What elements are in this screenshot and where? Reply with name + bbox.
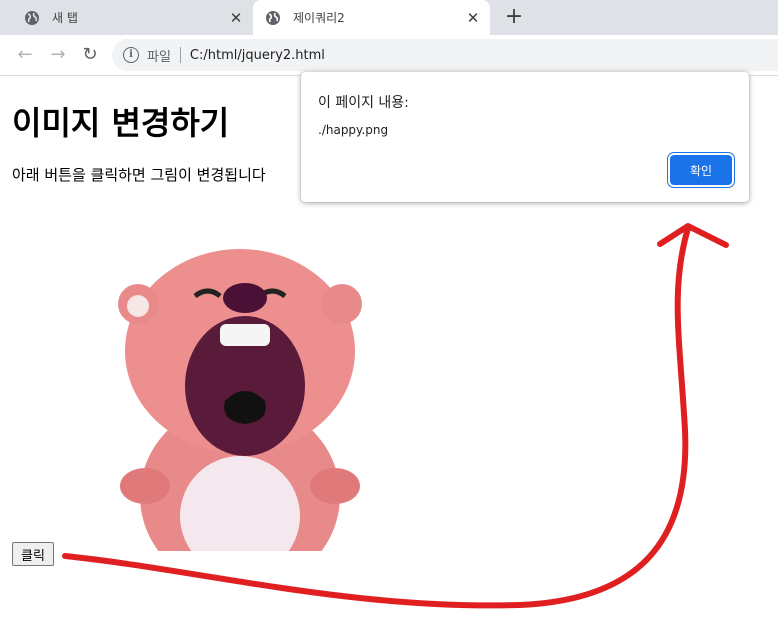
tab-title: 제이쿼리2 [293,11,345,25]
divider [179,47,181,63]
info-icon[interactable]: i [123,47,139,63]
close-icon[interactable]: ✕ [460,9,486,27]
page-description: 아래 버튼을 클릭하면 그림이 변경됩니다 [12,166,266,184]
alert-dialog: 이 페이지 내용: ./happy.png 확인 [301,72,749,202]
address-bar[interactable]: i 파일 C:/html/jquery2.html [112,39,778,71]
url-text: C:/html/jquery2.html [189,47,325,63]
page-title: 이미지 변경하기 [12,104,230,142]
globe-icon [266,10,280,25]
new-tab-button[interactable]: + [500,4,528,32]
back-arrow-icon[interactable]: ← [13,43,37,67]
close-icon[interactable]: ✕ [223,9,249,27]
tab-jquery2[interactable]: 제이쿼리2 ✕ [253,0,490,35]
tab-strip: 새 탭 ✕ 제이쿼리2 ✕ + [0,0,778,35]
ok-button[interactable]: 확인 [670,155,732,185]
tab-title: 새 탭 [52,11,78,25]
character-image [118,249,362,551]
browser-toolbar: ← → ↻ i 파일 C:/html/jquery2.html [0,35,778,76]
tab-new-tab[interactable]: 새 탭 ✕ [0,0,253,35]
reload-icon[interactable]: ↻ [78,43,102,67]
globe-icon [25,10,39,25]
scheme-label: 파일 [147,49,171,65]
dialog-title: 이 페이지 내용: [318,95,409,111]
click-button[interactable]: 클릭 [12,542,54,566]
dialog-message: ./happy.png [318,123,389,137]
forward-arrow-icon[interactable]: → [46,43,70,67]
